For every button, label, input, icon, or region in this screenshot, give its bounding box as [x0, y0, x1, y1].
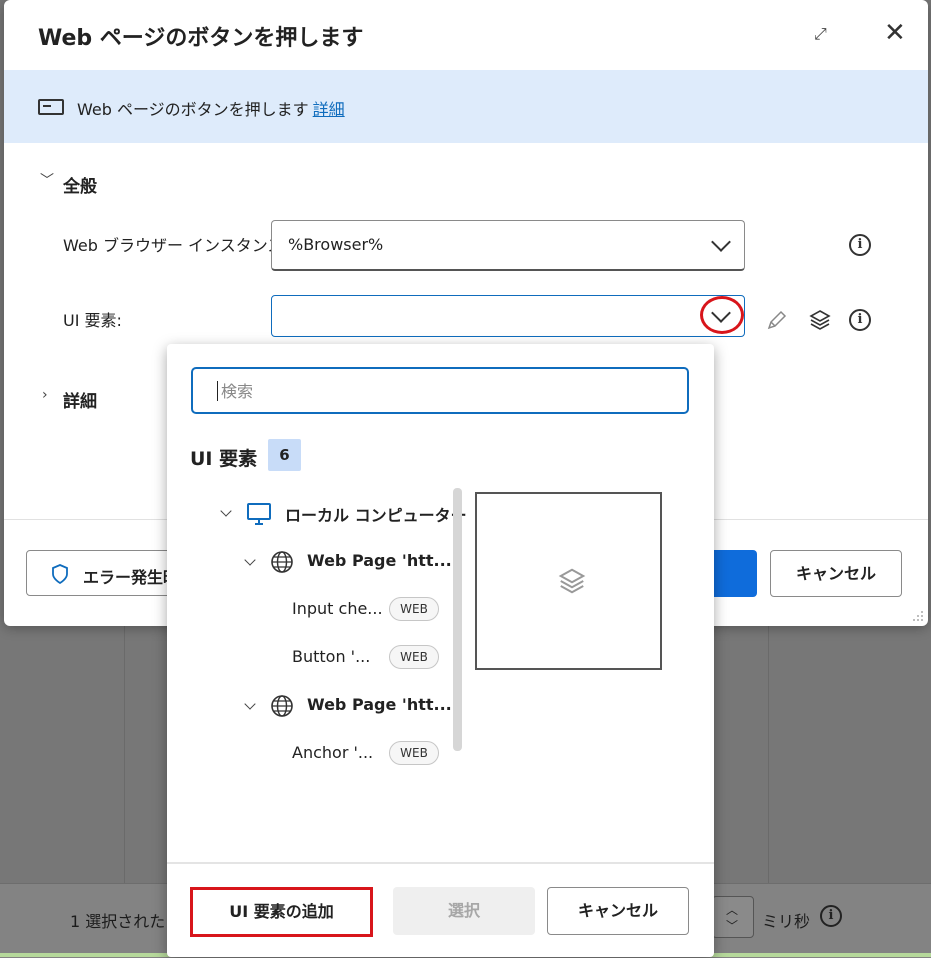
layers-icon: [558, 568, 586, 594]
ui-element-label: UI 要素:: [63, 311, 122, 330]
chevron-down-icon[interactable]: [244, 554, 256, 566]
ui-elements-count: 6: [268, 439, 301, 471]
tree-label: ローカル コンピューター: [285, 506, 467, 525]
bg-info-icon: i: [820, 905, 842, 927]
globe-icon: [271, 551, 293, 573]
bg-unit-label: ミリ秒: [762, 912, 811, 931]
tree-label: Input che...: [292, 599, 383, 618]
banner-text: Web ページのボタンを押します: [77, 100, 309, 119]
computer-icon: [247, 503, 271, 525]
button-action-icon: [38, 99, 64, 115]
shield-icon: [52, 564, 68, 584]
cancel-button[interactable]: キャンセル: [770, 550, 902, 597]
bg-spinner: ︿ ﹀: [712, 896, 754, 938]
info-icon[interactable]: i: [849, 309, 871, 331]
ui-element-dropdown[interactable]: [271, 295, 745, 337]
bg-status-text: 1 選択された: [70, 912, 166, 931]
section-details[interactable]: 詳細: [63, 387, 97, 412]
resize-grip-icon[interactable]: [910, 608, 924, 622]
browser-instance-dropdown[interactable]: %Browser%: [271, 220, 745, 271]
info-icon[interactable]: i: [849, 234, 871, 256]
tree-scrollbar[interactable]: [453, 488, 462, 751]
browser-instance-value: %Browser%: [288, 235, 384, 254]
select-button[interactable]: 選択: [393, 887, 535, 935]
tree-label: Anchor '...: [292, 743, 374, 762]
web-badge: WEB: [389, 597, 439, 621]
browser-instance-label: Web ブラウザー インスタンス:: [63, 236, 289, 255]
picker-cancel-button[interactable]: キャンセル: [547, 887, 689, 935]
section-general[interactable]: 全般: [63, 172, 97, 197]
tree-label: Button '...: [292, 647, 371, 666]
globe-icon: [271, 695, 293, 717]
web-badge: WEB: [389, 741, 439, 765]
text-caret: [217, 381, 218, 401]
pencil-icon[interactable]: [765, 308, 789, 332]
tree-label: Web Page 'htt...: [307, 695, 452, 714]
element-preview: [475, 492, 662, 670]
on-error-button[interactable]: エラー発生時: [26, 550, 186, 596]
bg-column-divider: [124, 626, 125, 883]
banner-description: Web ページのボタンを押します 詳細: [77, 96, 345, 120]
chevron-down-icon[interactable]: [711, 232, 731, 252]
chevron-right-icon[interactable]: ›: [42, 387, 48, 403]
picker-footer-divider: [167, 862, 714, 864]
chevron-down-icon[interactable]: [220, 505, 232, 517]
bg-column-divider: [768, 626, 769, 883]
dialog-title: Web ページのボタンを押します: [38, 26, 364, 51]
layers-icon[interactable]: [808, 308, 832, 332]
chevron-down-icon[interactable]: ﹀: [40, 170, 54, 190]
ui-element-picker: UI 要素 6 ローカル コンピューター Web Page 'htt... In…: [167, 344, 714, 957]
ui-elements-heading: UI 要素: [190, 448, 258, 470]
chevron-down-icon[interactable]: [244, 698, 256, 710]
tree-label: Web Page 'htt...: [307, 551, 452, 570]
highlight-circle: [700, 296, 744, 334]
close-icon[interactable]: ✕: [884, 18, 906, 48]
search-box[interactable]: [191, 367, 689, 414]
search-input[interactable]: [219, 377, 663, 405]
add-ui-element-button[interactable]: UI 要素の追加: [190, 887, 373, 937]
expand-icon[interactable]: ⤢: [814, 24, 827, 44]
on-error-label: エラー発生時: [83, 568, 180, 587]
web-badge: WEB: [389, 645, 439, 669]
details-link[interactable]: 詳細: [313, 100, 345, 119]
